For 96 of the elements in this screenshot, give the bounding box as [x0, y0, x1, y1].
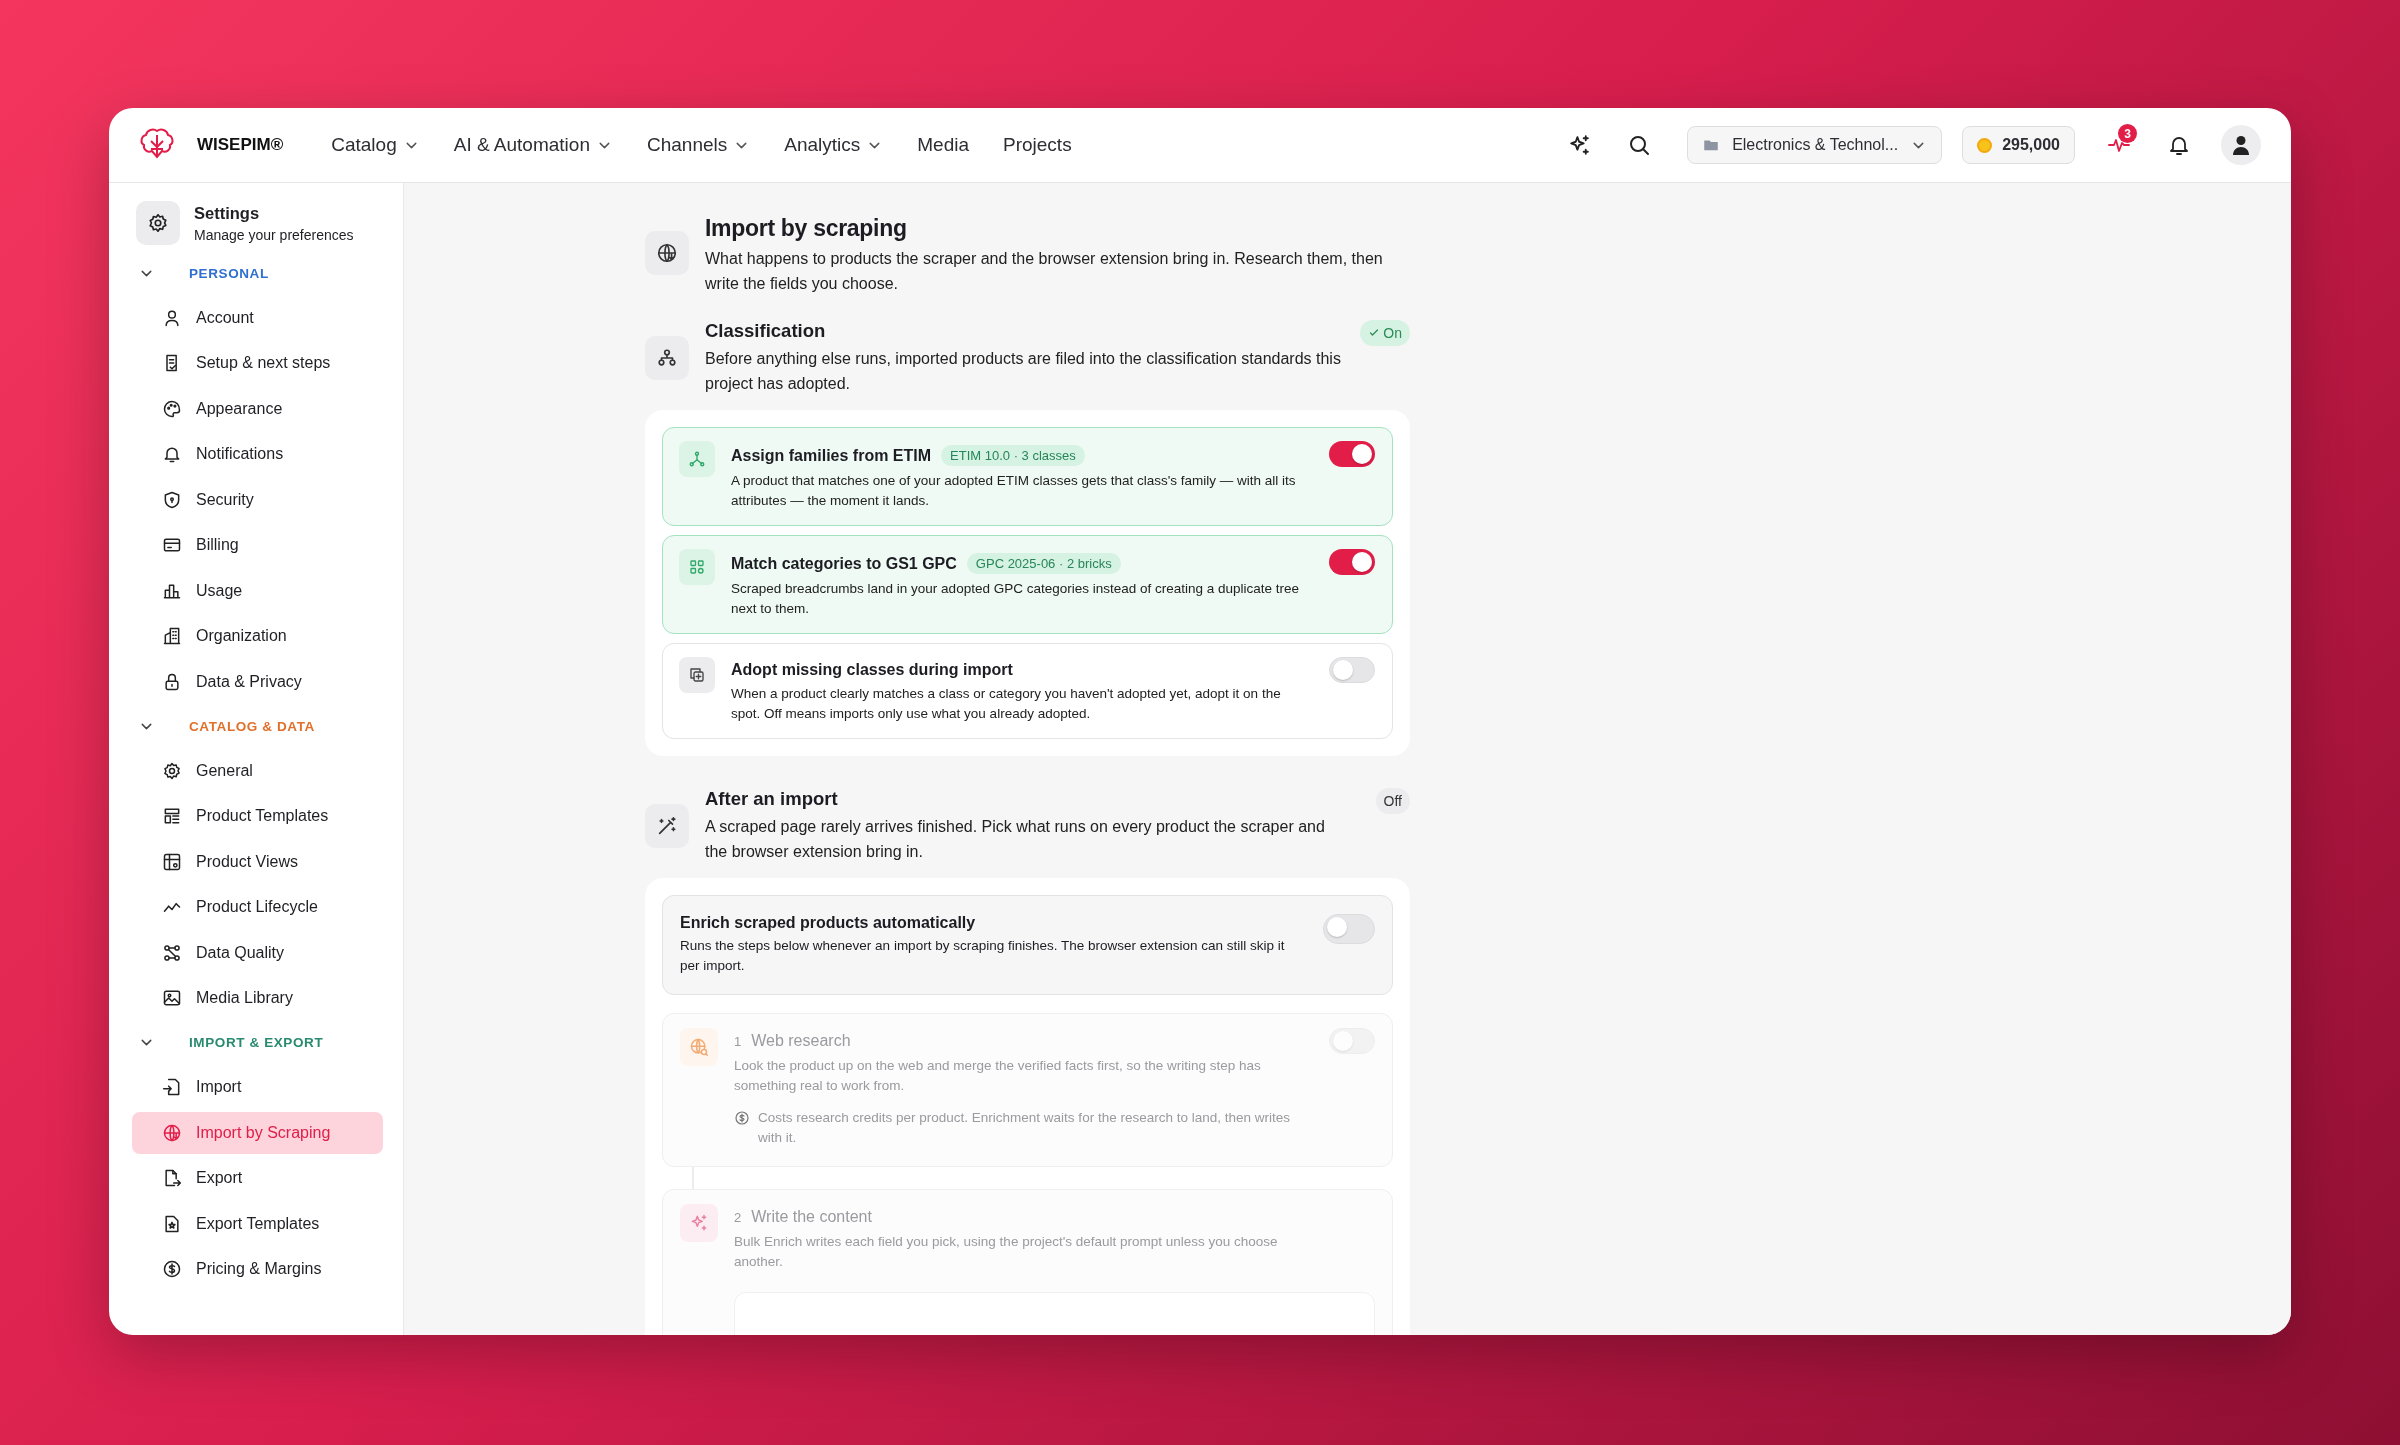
- globe-search-icon: [689, 1037, 709, 1057]
- page-title: Import by scraping: [705, 215, 908, 242]
- file-star-icon: [162, 1213, 182, 1234]
- toggle-switch[interactable]: [1329, 441, 1375, 467]
- shield-icon: [162, 489, 182, 510]
- sidebar-item[interactable]: General: [132, 749, 383, 792]
- sparkle-icon: [689, 1213, 709, 1233]
- activity-button[interactable]: 3: [2099, 125, 2139, 165]
- credits-button[interactable]: 295,000: [1962, 126, 2075, 164]
- sidebar-item[interactable]: Data & Privacy: [132, 660, 383, 703]
- notification-badge: 3: [2118, 124, 2137, 143]
- check-icon: [1368, 327, 1381, 339]
- nav-menu-item[interactable]: Catalog: [315, 126, 436, 164]
- copy-plus-icon: [688, 666, 706, 684]
- image-icon: [162, 988, 182, 1008]
- nav-menu-item[interactable]: Channels: [630, 126, 767, 164]
- file-export-icon: [162, 1168, 182, 1188]
- globe-icon: [656, 242, 678, 264]
- section-title: Classification: [705, 320, 827, 342]
- nav-menu-item[interactable]: Projects: [987, 126, 1088, 164]
- sidebar-item[interactable]: Security: [132, 478, 383, 521]
- dollar-icon: [162, 1259, 182, 1279]
- sidebar-item[interactable]: Product Templates: [132, 795, 383, 837]
- template-icon: [162, 806, 182, 826]
- option-title: Adopt missing classes during import: [731, 661, 1013, 679]
- step-description: Bulk Enrich writes each field you pick, using the project's default prompt unless you choose another.: [734, 1233, 1279, 1271]
- group-header[interactable]: PERSONAL: [132, 253, 383, 293]
- section-title: After an import: [705, 788, 839, 810]
- palette-icon: [162, 398, 182, 419]
- option-description: Scraped breadcrumbs land in your adopted GPC categories instead of creating a duplicate tree next to them.: [731, 580, 1301, 618]
- project-selector[interactable]: Electronics & Technol...: [1687, 126, 1943, 164]
- sidebar-item[interactable]: Product Views: [132, 840, 383, 883]
- group-label: PERSONAL: [189, 265, 269, 281]
- step-note: Costs research credits per product. Enrichment waits for the research to land, then writes with it.: [758, 1109, 1291, 1147]
- hierarchy-icon: [656, 347, 678, 369]
- option-description: Runs the steps below whenever an import by scraping finishes. The browser extension can still skip it per import.: [680, 937, 1286, 975]
- sidebar-item[interactable]: Account: [132, 296, 383, 339]
- sidebar-item[interactable]: Import by Scraping: [132, 1111, 383, 1154]
- sidebar-item[interactable]: Usage: [132, 569, 383, 612]
- nav-menu-item[interactable]: Media: [901, 126, 985, 164]
- globe-icon: [162, 1122, 182, 1143]
- toggle-switch[interactable]: [1329, 549, 1375, 575]
- option-description: When a product clearly matches a class or category you haven't adopted yet, adopt it on the spot. Off means imports only use what you already adopted.: [731, 685, 1282, 723]
- credit-card-icon: [162, 535, 182, 555]
- group-label: CATALOG & DATA: [189, 718, 315, 734]
- file-import-icon: [162, 1077, 182, 1097]
- group-label: IMPORT & EXPORT: [189, 1035, 324, 1050]
- coin-icon: [1977, 137, 1993, 153]
- option-title: Match categories to GS1 GPC: [731, 554, 957, 573]
- sidebar-item[interactable]: Data Quality: [132, 931, 383, 974]
- grid-icon: [688, 558, 706, 576]
- sidebar-item[interactable]: Export: [132, 1157, 383, 1199]
- sidebar-subtitle: Manage your preferences: [194, 226, 354, 243]
- tree-icon: [688, 450, 706, 468]
- nav-menu-item[interactable]: AI & Automation: [437, 126, 629, 164]
- group-header[interactable]: IMPORT & EXPORT: [132, 1022, 383, 1063]
- step-number: 1: [734, 1034, 742, 1049]
- avatar-button[interactable]: [2221, 125, 2261, 165]
- step-description: Look the product up on the web and merge the verified facts first, so the writing step has something real to work from.: [734, 1057, 1262, 1095]
- step-number: 2: [734, 1210, 742, 1225]
- step-title: Web research: [751, 1032, 851, 1050]
- nodes-icon: [162, 942, 182, 963]
- table-icon: [162, 851, 182, 872]
- section-description: A scraped page rarely arrives finished. Pick what runs on every product the scraper and the browser extension bring in.: [705, 817, 1326, 862]
- page-description: What happens to products the scraper and the browser extension bring in. Research them, then write the fields you choose.: [705, 249, 1384, 294]
- search-icon: [1627, 133, 1652, 157]
- sidebar-item[interactable]: Setup & next steps: [132, 342, 383, 384]
- toggle-switch[interactable]: [1329, 657, 1375, 683]
- option-description: A product that matches one of your adopted ETIM classes gets that class's family — with all its attributes — the moment it lands.: [731, 472, 1297, 510]
- option-title: Enrich scraped products automatically: [680, 914, 977, 932]
- building-icon: [162, 626, 182, 646]
- settings-icon: [162, 760, 182, 781]
- section-description: Before anything else runs, imported products are filed into the classification standards this project has adopted.: [705, 349, 1342, 394]
- sidebar-item[interactable]: Product Lifecycle: [132, 886, 383, 928]
- option-tag: ETIM 10.0 · 3 classes: [941, 445, 1085, 466]
- sidebar-item[interactable]: Notifications: [132, 433, 383, 475]
- option-tag: GPC 2025-06 · 2 bricks: [966, 553, 1121, 574]
- brand-name: WISEPIM®: [197, 135, 284, 155]
- option-title: Assign families from ETIM: [731, 446, 932, 465]
- sidebar-item[interactable]: Media Library: [132, 977, 383, 1019]
- status-pill: On: [1360, 320, 1410, 346]
- sidebar-title: Settings: [194, 203, 261, 223]
- lock-icon: [162, 671, 182, 692]
- sidebar-item[interactable]: Billing: [132, 524, 383, 566]
- dollar-icon: [734, 1110, 750, 1126]
- wand-icon: [656, 815, 678, 837]
- status-pill: Off: [1375, 788, 1410, 814]
- settings-icon: [147, 212, 169, 234]
- nav-menu-item[interactable]: Analytics: [768, 126, 900, 164]
- step-title: Write the content: [751, 1208, 872, 1226]
- sidebar-item[interactable]: Appearance: [132, 387, 383, 430]
- toggle-switch[interactable]: [1323, 914, 1375, 944]
- sidebar-item[interactable]: Import: [132, 1066, 383, 1108]
- sidebar-item[interactable]: Export Templates: [132, 1202, 383, 1245]
- sidebar-item[interactable]: Pricing & Margins: [132, 1248, 383, 1290]
- sidebar-item[interactable]: Organization: [132, 615, 383, 657]
